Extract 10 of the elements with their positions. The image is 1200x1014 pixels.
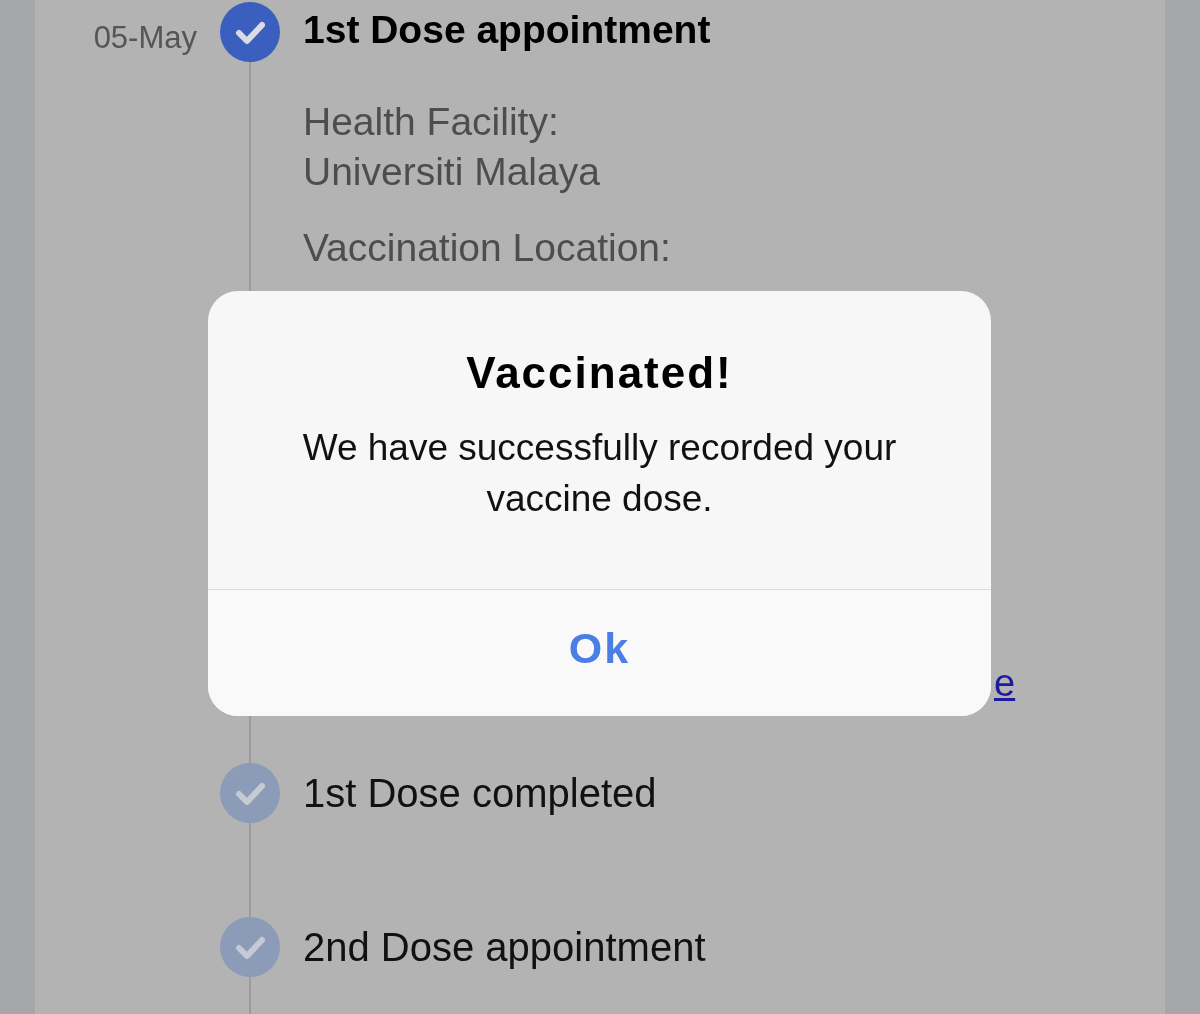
details-link[interactable]: e <box>994 658 1016 708</box>
detail-label: Vaccination Location: <box>303 225 671 271</box>
dialog-message: We have successfully recorded your vaccine dose. <box>301 426 898 521</box>
step-title: 1st Dose appointment <box>303 7 711 53</box>
detail-value: Universiti Malaya <box>303 149 600 195</box>
step-title: 1st Dose completed <box>303 770 657 817</box>
dialog-title: Vaccinated! <box>466 348 733 398</box>
detail-label: Health Facility: <box>303 99 559 145</box>
step-title: 2nd Dose appointment <box>303 924 706 971</box>
date-label: 05-May <box>93 19 198 57</box>
